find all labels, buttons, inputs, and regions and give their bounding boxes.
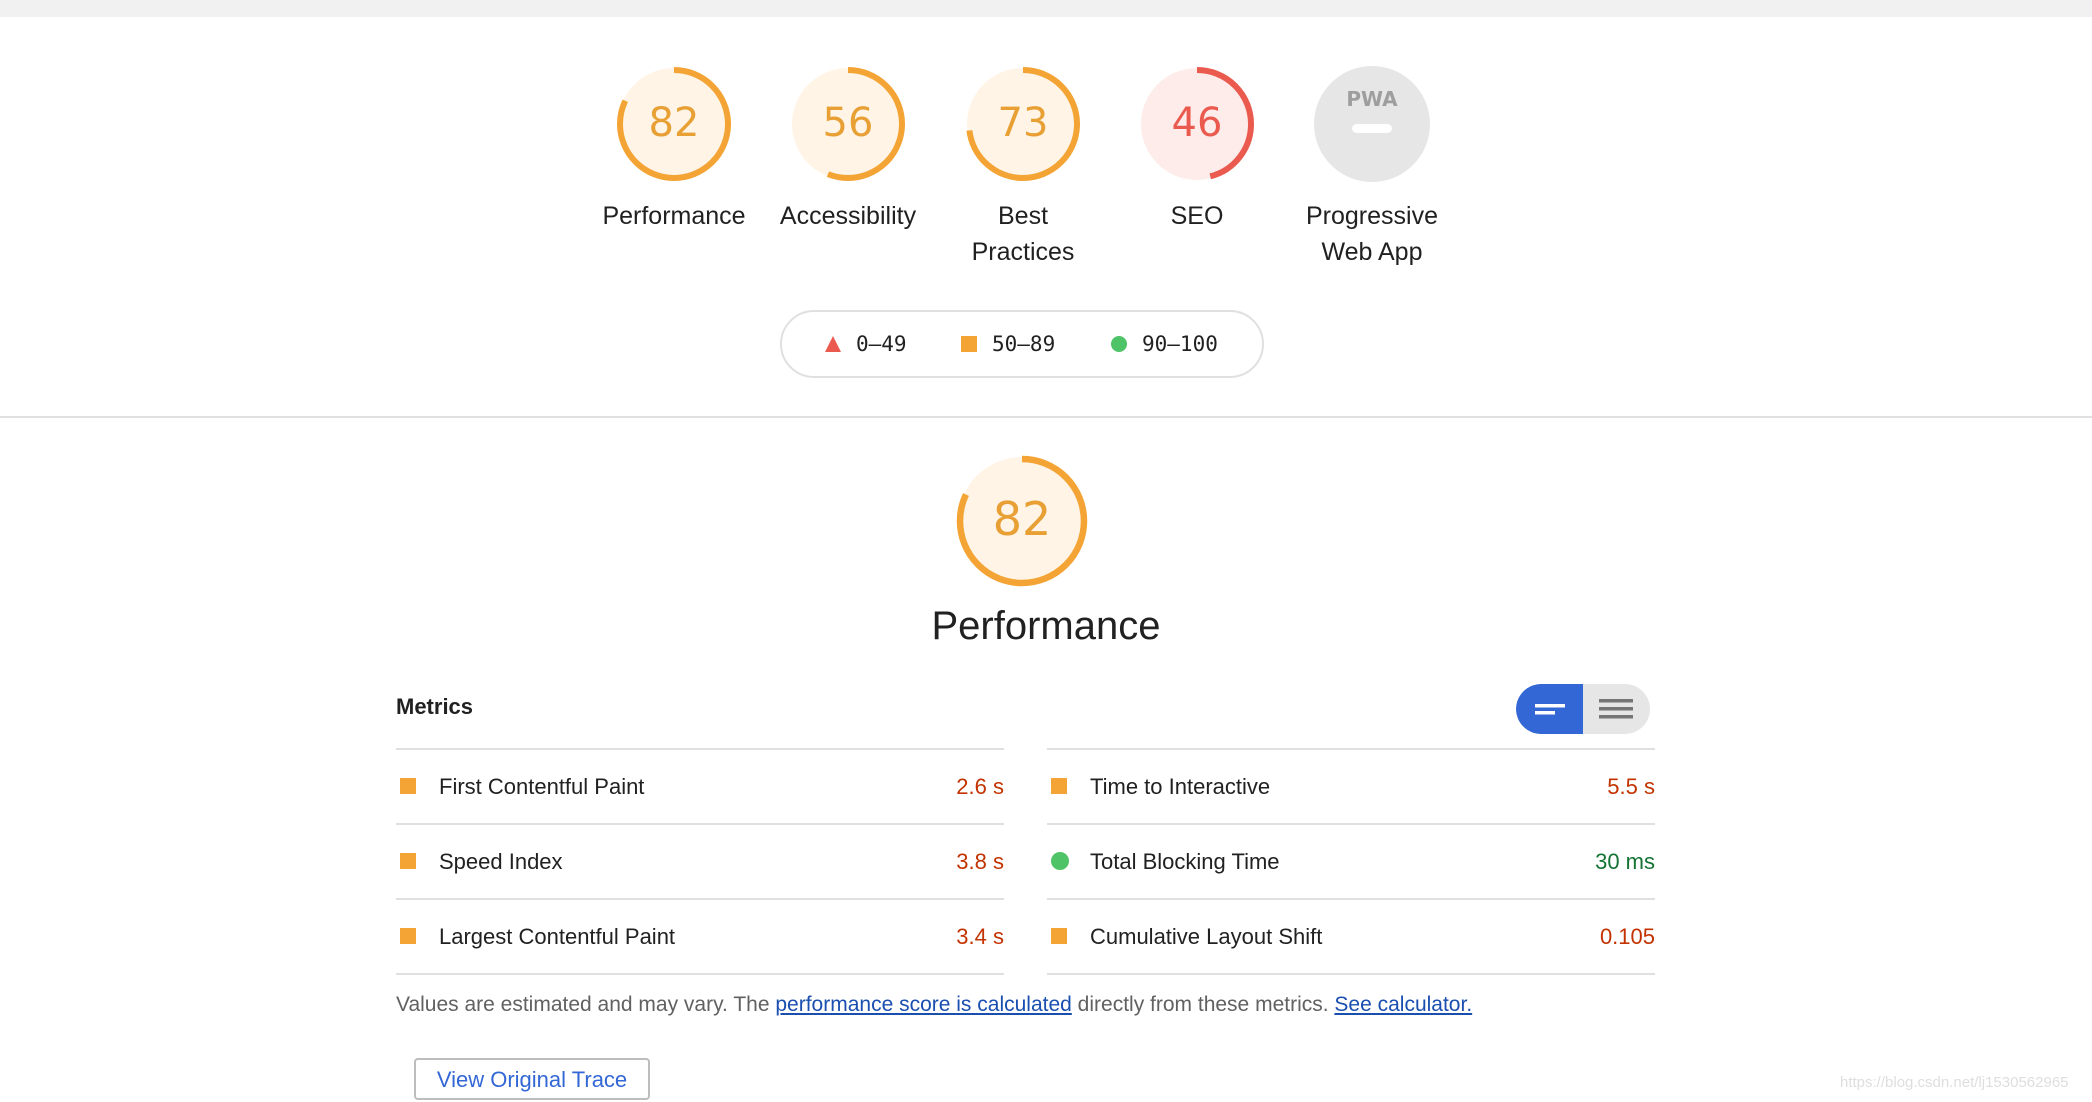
gauge-score: 73 [998, 100, 1049, 146]
short-lines-icon [1535, 704, 1565, 715]
pass-circle-icon [1051, 852, 1069, 870]
metric-label: Total Blocking Time [1090, 849, 1280, 874]
gauge-best-practices[interactable]: 73 Best Practices [938, 64, 1108, 270]
average-square-icon [400, 778, 416, 794]
gauge-ring: 73 [966, 67, 1080, 181]
gauge-score: 82 [649, 100, 700, 146]
pwa-badge-text: PWA [1346, 87, 1398, 111]
legend-pass-range: 90–100 [1142, 332, 1218, 356]
gauge-ring: 82 [617, 67, 731, 181]
triangle-icon [825, 336, 841, 352]
metric-label: First Contentful Paint [439, 774, 645, 799]
gauge-label: Progressive Web App [1306, 202, 1438, 266]
legend-average: 50–89 [960, 332, 1055, 356]
average-square-icon [400, 853, 416, 869]
gauge-ring: 46 [1140, 67, 1254, 181]
gauge-label: Best Practices [971, 202, 1075, 266]
average-square-icon [400, 928, 416, 944]
metrics-column-left: First Contentful Paint 2.6 s Speed Index… [396, 748, 1004, 975]
lines-icon [1599, 699, 1633, 719]
gauge-score: 56 [823, 100, 874, 146]
gauge-accessibility[interactable]: 56 Accessibility [763, 64, 933, 234]
metric-label: Cumulative Layout Shift [1090, 924, 1323, 949]
metric-value: 0.105 [1599, 924, 1655, 949]
average-square-icon [1051, 778, 1067, 794]
legend-fail: 0–49 [824, 332, 907, 356]
metric-row: Total Blocking Time 30 ms [1047, 823, 1655, 898]
note-prefix: Values are estimated and may vary. The [396, 993, 776, 1016]
metrics-title: Metrics [396, 694, 474, 719]
metric-row: Largest Contentful Paint 3.4 s [396, 898, 1004, 975]
performance-gauge: 82 [956, 455, 1088, 587]
metrics-view-toggle[interactable] [1516, 684, 1650, 734]
metric-value: 3.8 s [956, 849, 1004, 874]
metric-row: First Contentful Paint 2.6 s [396, 748, 1004, 823]
view-original-trace-button[interactable]: View Original Trace [414, 1058, 650, 1100]
score-scale-legend: 0–49 50–89 90–100 [780, 310, 1264, 378]
gauge-ring: 56 [791, 67, 905, 181]
expanded-view-button[interactable] [1583, 684, 1650, 734]
average-square-icon [1051, 928, 1067, 944]
gauge-label: Accessibility [779, 202, 917, 230]
legend-average-range: 50–89 [992, 332, 1056, 356]
metrics-column-right: Time to Interactive 5.5 s Total Blocking… [1047, 748, 1655, 975]
summary-view-button[interactable] [1516, 684, 1583, 734]
legend-fail-range: 0–49 [856, 332, 907, 356]
legend-pass: 90–100 [1110, 332, 1218, 356]
see-calculator-link[interactable]: See calculator. [1334, 993, 1472, 1016]
gauge-label: SEO [1170, 202, 1224, 230]
metric-label: Time to Interactive [1090, 774, 1271, 799]
gauge-score: 46 [1172, 100, 1223, 146]
circle-icon [1111, 336, 1127, 352]
gauge-seo[interactable]: 46 SEO [1112, 64, 1282, 234]
metric-label: Largest Contentful Paint [439, 924, 676, 949]
metric-value: 30 ms [1595, 849, 1655, 874]
score-calculated-link[interactable]: performance score is calculated [775, 993, 1071, 1016]
metric-row: Time to Interactive 5.5 s [1047, 748, 1655, 823]
gauge-pwa[interactable]: PWA Progressive Web App [1287, 64, 1457, 270]
performance-score: 82 [993, 492, 1052, 546]
top-bar [0, 0, 2092, 17]
gauge-label: Performance [602, 202, 746, 230]
metrics-note: Values are estimated and may vary. The p… [396, 993, 1472, 1017]
metric-row: Cumulative Layout Shift 0.105 [1047, 898, 1655, 975]
gauge-performance[interactable]: 82 Performance [589, 64, 759, 234]
watermark: https://blog.csdn.net/lj1530562965 [1840, 1074, 2069, 1091]
metric-value: 5.5 s [1607, 774, 1655, 799]
metric-value: 2.6 s [956, 774, 1004, 799]
section-title: Performance [931, 604, 1161, 648]
square-icon [961, 336, 977, 352]
metric-row: Speed Index 3.8 s [396, 823, 1004, 898]
metric-label: Speed Index [439, 849, 563, 874]
pwa-badge-icon: PWA [1314, 66, 1430, 182]
metric-value: 3.4 s [956, 924, 1004, 949]
note-middle: directly from these metrics. [1071, 993, 1335, 1016]
section-divider [0, 416, 2092, 418]
